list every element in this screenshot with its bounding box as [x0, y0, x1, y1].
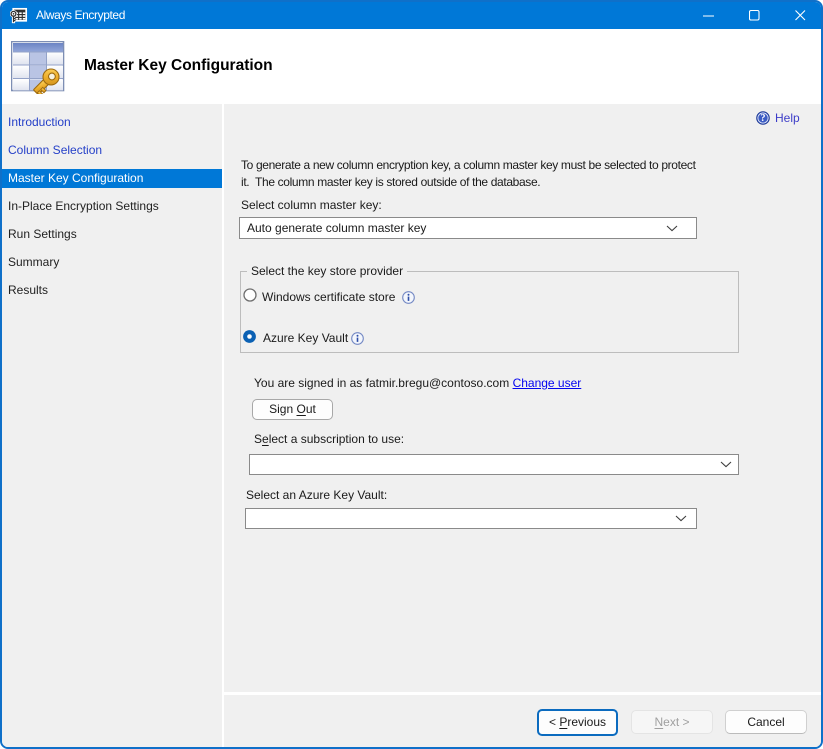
svg-text:?: ?	[761, 113, 766, 124]
